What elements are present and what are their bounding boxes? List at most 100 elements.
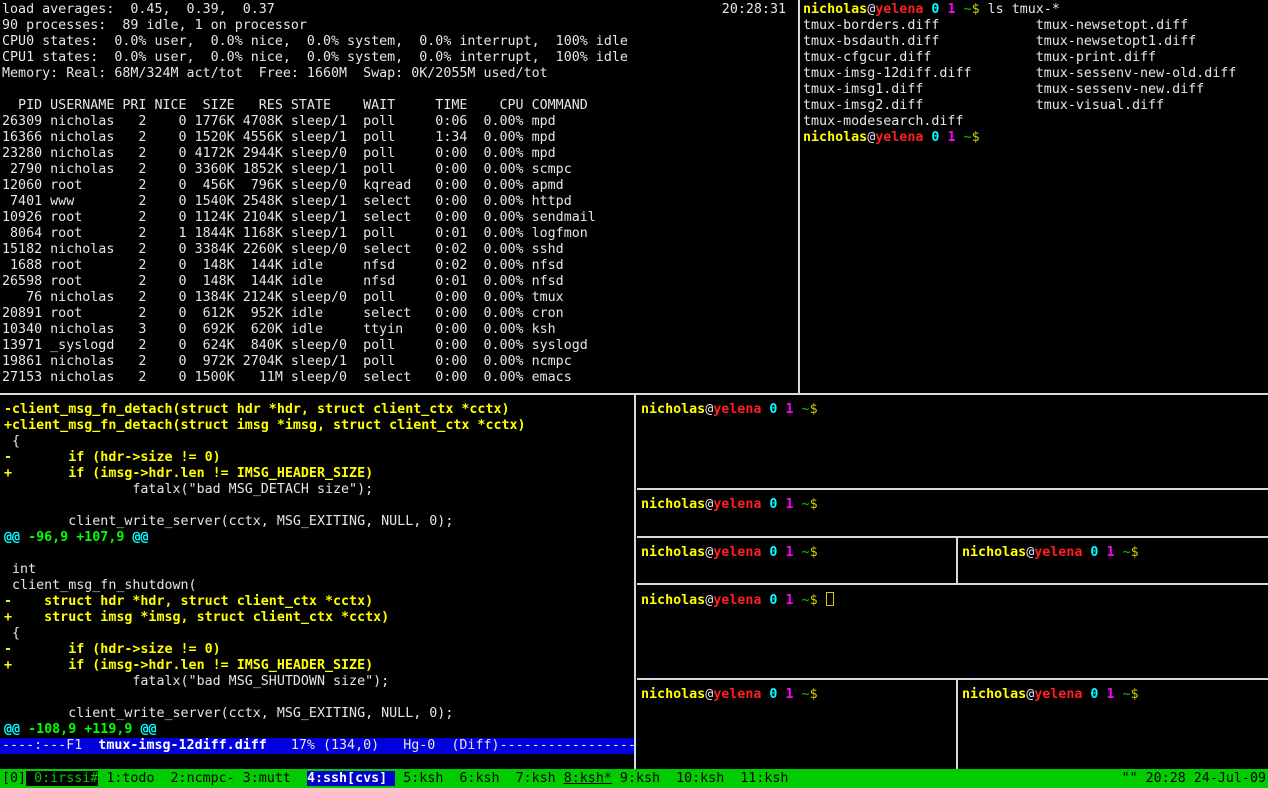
terminal-line: tmux-cfgcur.diff tmux-print.diff	[801, 50, 1268, 66]
terminal-line: 16366 nicholas 2 0 1520K 4556K sleep/1 p…	[0, 130, 798, 146]
terminal-line	[0, 82, 798, 98]
text-segment: 1:todo 2:ncmpc- 3:mutt	[98, 771, 307, 786]
terminal-line: 19861 nicholas 2 0 972K 2704K sleep/1 po…	[0, 354, 798, 370]
ls-shell-pane[interactable]: nicholas@yelena 0 1 ~$ ls tmux-*tmux-bor…	[801, 0, 1268, 395]
terminal-line: 8064 root 2 1 1844K 1168K sleep/1 poll 0…	[0, 226, 798, 242]
terminal-line: nicholas@yelena 0 1 ~$	[637, 592, 1268, 608]
shell-pane-a[interactable]: nicholas@yelena 0 1 ~$	[637, 395, 1268, 495]
text-segment: tmux-modesearch.diff	[803, 114, 963, 129]
text-segment: CPU0 states: 0.0% user, 0.0% nice, 0.0% …	[2, 34, 628, 49]
text-segment: $	[972, 2, 980, 17]
tmux-status-bar[interactable]: [0] 0:irssi# 1:todo 2:ncmpc- 3:mutt 4:ss…	[0, 769, 1268, 788]
terminal-line: + if (imsg->hdr.len != IMSG_HEADER_SIZE)	[0, 658, 634, 674]
terminal-line: @@ -96,9 +107,9 @@	[0, 530, 634, 546]
text-segment: yelena	[875, 130, 923, 145]
pane-border-vertical-top	[798, 0, 800, 393]
text-segment: $	[1131, 545, 1139, 560]
terminal-line: client_write_server(cctx, MSG_EXITING, N…	[0, 514, 634, 530]
shell-pane-active[interactable]: nicholas@yelena 0 1 ~$	[637, 585, 1268, 685]
text-segment: ~	[1123, 545, 1131, 560]
text-segment: 1	[785, 402, 793, 417]
terminal-line: nicholas@yelena 0 1 ~$	[637, 402, 1268, 418]
text-segment: 1	[785, 497, 793, 512]
text-segment: $	[972, 130, 980, 145]
terminal-line	[0, 546, 634, 562]
text-segment: 12060 root 2 0 456K 796K sleep/0 kqread …	[2, 178, 564, 193]
terminal-line: 27153 nicholas 2 0 1500K 11M sleep/0 sel…	[0, 370, 798, 386]
text-segment: tmux-imsg-12diff.diff	[98, 738, 267, 753]
text-segment	[956, 130, 964, 145]
text-segment	[794, 545, 802, 560]
text-segment: 1	[785, 545, 793, 560]
emacs-buffer: -client_msg_fn_detach(struct hdr *hdr, s…	[0, 402, 634, 738]
text-segment: int	[4, 562, 36, 577]
text-segment: ~	[1123, 687, 1131, 702]
terminal-line: nicholas@yelena 0 1 ~$	[637, 687, 956, 703]
top-process-pane[interactable]: 20:28:31 load averages: 0.45, 0.39, 0.37…	[0, 0, 798, 395]
text-segment: yelena	[713, 593, 761, 608]
emacs-diff-pane[interactable]: -client_msg_fn_detach(struct hdr *hdr, s…	[0, 395, 634, 776]
text-segment: 2790 nicholas 2 0 3360K 1852K sleep/1 po…	[2, 162, 572, 177]
terminal-line: 7401 www 2 0 1540K 2548K sleep/1 select …	[0, 194, 798, 210]
text-segment: [0]	[2, 771, 26, 786]
terminal-line: fatalx("bad MSG_SHUTDOWN size");	[0, 674, 634, 690]
terminal-cursor	[826, 592, 834, 606]
shell-pane-c-right[interactable]: nicholas@yelena 0 1 ~$	[958, 538, 1268, 590]
text-segment: Memory: Real: 68M/324M act/tot Free: 166…	[2, 66, 548, 81]
terminal-line: 15182 nicholas 2 0 3384K 2260K sleep/0 s…	[0, 242, 798, 258]
shell-pane-a-output: nicholas@yelena 0 1 ~$	[637, 402, 1268, 418]
terminal-line: nicholas@yelena 0 1 ~$	[958, 687, 1268, 703]
terminal-line: int	[0, 562, 634, 578]
text-segment: yelena	[1034, 687, 1082, 702]
text-segment: 10340 nicholas 3 0 692K 620K idle ttyin …	[2, 322, 556, 337]
terminal-line: fatalx("bad MSG_DETACH size");	[0, 482, 634, 498]
status-clock-date: "" 20:28 24-Jul-09	[1122, 769, 1266, 788]
text-segment: {	[4, 434, 20, 449]
text-segment: 1	[1106, 687, 1114, 702]
text-segment: load averages: 0.45, 0.39, 0.37	[2, 2, 275, 17]
terminal-line: 26309 nicholas 2 0 1776K 4708K sleep/1 p…	[0, 114, 798, 130]
text-segment: nicholas	[962, 545, 1026, 560]
text-segment: {	[4, 626, 20, 641]
text-segment: $	[810, 545, 818, 560]
shell-pane-e-right[interactable]: nicholas@yelena 0 1 ~$	[958, 680, 1268, 776]
terminal-line: + struct imsg *imsg, struct client_ctx *…	[0, 610, 634, 626]
text-segment: $	[1131, 687, 1139, 702]
text-segment: ~	[964, 2, 972, 17]
text-segment: nicholas	[803, 2, 867, 17]
text-segment: @@	[4, 530, 20, 545]
text-segment: 9:ksh 10:ksh 11:ksh	[612, 771, 789, 786]
text-segment: 16366 nicholas 2 0 1520K 4556K sleep/1 p…	[2, 130, 556, 145]
text-segment: ~	[802, 497, 810, 512]
shell-pane-b[interactable]: nicholas@yelena 0 1 ~$	[637, 490, 1268, 543]
terminal-line: - if (hdr->size != 0)	[0, 642, 634, 658]
terminal-line: 13971 _syslogd 2 0 624K 840K sleep/0 pol…	[0, 338, 798, 354]
text-segment: client_write_server(cctx, MSG_EXITING, N…	[4, 706, 453, 721]
text-segment: - if (hdr->size != 0)	[4, 642, 221, 657]
text-segment: yelena	[713, 497, 761, 512]
text-segment: --------------------------	[500, 738, 634, 753]
shell-pane-b-output: nicholas@yelena 0 1 ~$	[637, 497, 1268, 513]
text-segment: 8:ksh*	[564, 771, 612, 786]
text-segment: nicholas	[962, 687, 1026, 702]
text-segment: ls tmux-*	[980, 2, 1060, 17]
text-segment: ~	[802, 593, 810, 608]
text-segment: nicholas	[641, 593, 705, 608]
terminal-line: 10340 nicholas 3 0 692K 620K idle ttyin …	[0, 322, 798, 338]
shell-pane-c-left[interactable]: nicholas@yelena 0 1 ~$	[637, 538, 956, 590]
text-segment: tmux-bsdauth.diff tmux-newsetopt1.diff	[803, 34, 1196, 49]
terminal-line: nicholas@yelena 0 1 ~$	[801, 130, 1268, 146]
text-segment: ~	[964, 130, 972, 145]
shell-pane-e-left[interactable]: nicholas@yelena 0 1 ~$	[637, 680, 956, 776]
text-segment: 26598 root 2 0 148K 144K idle nfsd 0:01 …	[2, 274, 564, 289]
text-segment: 0:irssi#	[26, 771, 98, 786]
terminal-line: nicholas@yelena 0 1 ~$	[958, 545, 1268, 561]
text-segment	[794, 687, 802, 702]
text-segment: 7401 www 2 0 1540K 2548K sleep/1 select …	[2, 194, 572, 209]
text-segment: @@	[140, 722, 156, 737]
status-window-list[interactable]: [0] 0:irssi# 1:todo 2:ncmpc- 3:mutt 4:ss…	[2, 769, 788, 788]
text-segment: @@	[4, 722, 20, 737]
text-segment: 15182 nicholas 2 0 3384K 2260K sleep/0 s…	[2, 242, 564, 257]
text-segment	[818, 593, 826, 608]
text-segment: -108,9 +119,9	[20, 722, 140, 737]
